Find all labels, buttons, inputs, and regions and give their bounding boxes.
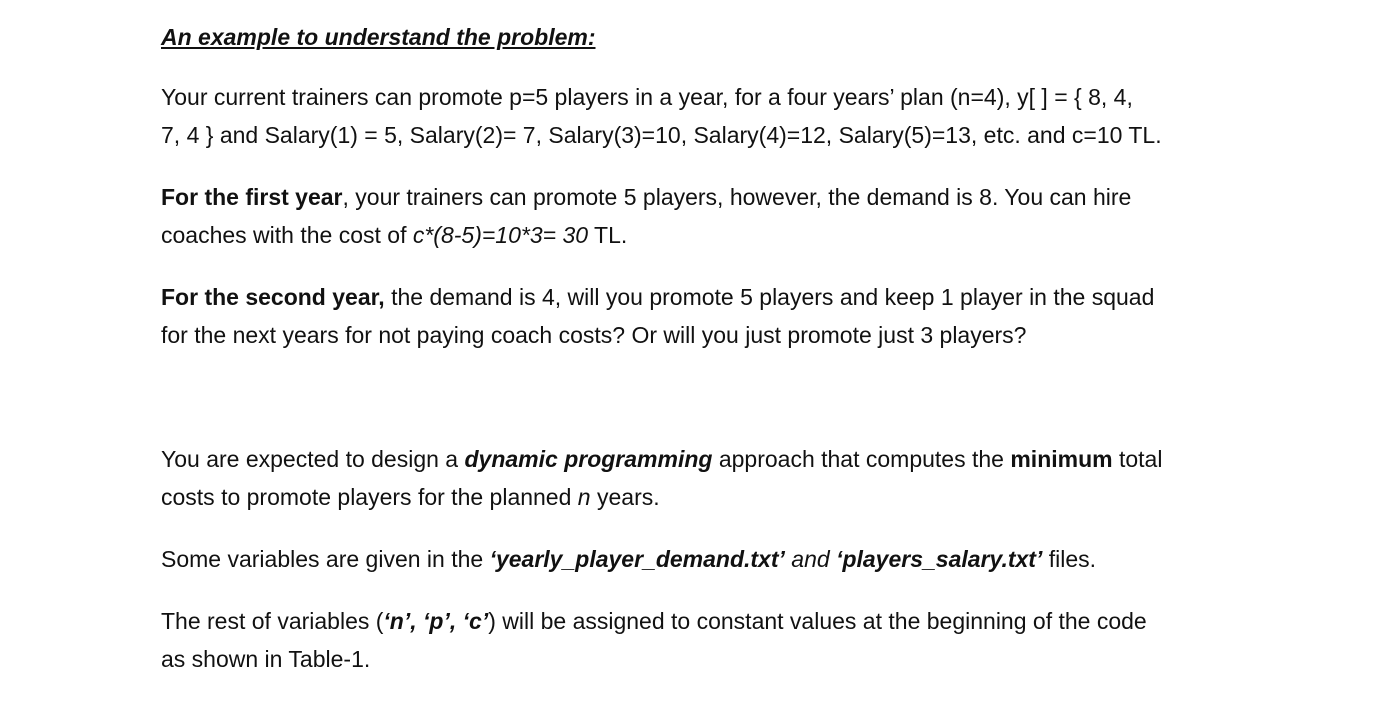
dp-task-mid: approach that computes the bbox=[712, 446, 1011, 472]
first-year-paragraph: For the first year, your trainers can pr… bbox=[161, 178, 1241, 254]
second-year-label: For the second year, bbox=[161, 284, 385, 310]
example-intro-line-2: 7, 4 } and Salary(1) = 5, Salary(2)= 7, … bbox=[161, 122, 1162, 148]
n-variable: n bbox=[577, 484, 591, 510]
first-year-label: For the first year bbox=[161, 184, 343, 210]
first-year-line-2: coaches with the cost of c*(8-5)=10*3= 3… bbox=[161, 216, 1241, 254]
dp-task-line-1: You are expected to design a dynamic pro… bbox=[161, 440, 1241, 478]
second-year-text: the demand is 4, will you promote 5 play… bbox=[384, 284, 1155, 310]
first-year-currency: TL. bbox=[588, 222, 628, 248]
files-and: and bbox=[784, 546, 837, 572]
constant-variables: ‘n’, ‘p’, ‘c’ bbox=[383, 608, 489, 634]
document-content: An example to understand the problem: Yo… bbox=[161, 18, 1241, 702]
files-pre: Some variables are given in the bbox=[161, 546, 490, 572]
first-year-formula: c*(8-5)=10*3= 30 bbox=[412, 222, 589, 248]
dp-term: dynamic programming bbox=[464, 446, 713, 472]
demand-file-name: ‘yearly_player_demand.txt’ bbox=[489, 546, 785, 572]
document-page: An example to understand the problem: Yo… bbox=[0, 0, 1394, 721]
rest-variables-paragraph: The rest of variables (‘n’, ‘p’, ‘c’) wi… bbox=[161, 602, 1241, 678]
files-paragraph: Some variables are given in the ‘yearly_… bbox=[161, 540, 1241, 578]
first-year-cost-text: coaches with the cost of bbox=[161, 222, 413, 248]
example-intro-paragraph: Your current trainers can promote p=5 pl… bbox=[161, 78, 1241, 154]
dp-task-post: total bbox=[1112, 446, 1163, 472]
dp-task-line-2: costs to promote players for the planned… bbox=[161, 478, 1241, 516]
rest-line-1: The rest of variables (‘n’, ‘p’, ‘c’) wi… bbox=[161, 602, 1241, 640]
first-year-text: , your trainers can promote 5 players, h… bbox=[342, 184, 1132, 210]
second-year-line-1: For the second year, the demand is 4, wi… bbox=[161, 278, 1241, 316]
minimum-term: minimum bbox=[1010, 446, 1113, 472]
salary-file-name: ‘players_salary.txt’ bbox=[836, 546, 1043, 572]
example-intro-line-1: Your current trainers can promote p=5 pl… bbox=[161, 84, 1133, 110]
dp-task-line-2-pre: costs to promote players for the planned bbox=[161, 484, 578, 510]
second-year-line-2: for the next years for not paying coach … bbox=[161, 322, 1027, 348]
files-line: Some variables are given in the ‘yearly_… bbox=[161, 540, 1241, 578]
files-post: files. bbox=[1042, 546, 1097, 572]
dp-task-pre: You are expected to design a bbox=[161, 446, 465, 472]
first-year-line-1: For the first year, your trainers can pr… bbox=[161, 178, 1241, 216]
rest-pre: The rest of variables ( bbox=[161, 608, 384, 634]
dp-task-line-2-post: years. bbox=[590, 484, 660, 510]
rest-line-2: as shown in Table-1. bbox=[161, 646, 371, 672]
second-year-paragraph: For the second year, the demand is 4, wi… bbox=[161, 278, 1241, 354]
rest-post: ) will be assigned to constant values at… bbox=[488, 608, 1147, 634]
dp-task-paragraph: You are expected to design a dynamic pro… bbox=[161, 440, 1241, 516]
section-heading: An example to understand the problem: bbox=[161, 24, 596, 50]
